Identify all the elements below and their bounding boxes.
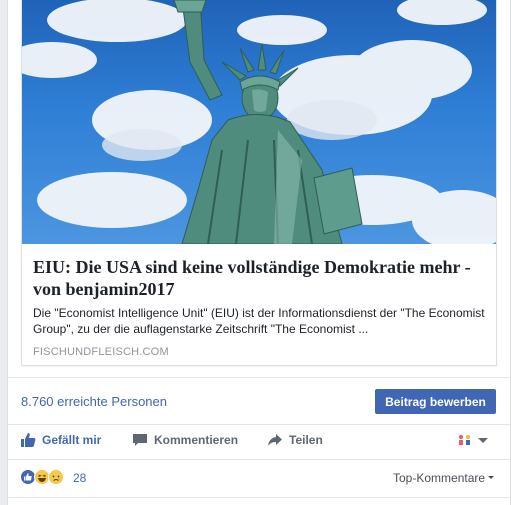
divider (8, 497, 510, 498)
reactions-row: 28 Top-Kommentare (8, 462, 510, 494)
reaction-count[interactable]: 28 (73, 471, 86, 485)
comment-button[interactable]: Kommentieren (132, 432, 238, 448)
preview-image[interactable] (22, 0, 496, 244)
preview-domain: FISCHUNDFLEISCH.COM (33, 346, 169, 358)
comment-sort-dropdown[interactable]: Top-Kommentare (393, 471, 495, 485)
share-button[interactable]: Teilen (267, 432, 323, 448)
post-card: EIU: Die USA sind keine vollständige Dem… (7, 0, 511, 505)
reaction-icons[interactable] (20, 469, 64, 490)
sad-reaction-icon (48, 469, 64, 490)
chevron-down-icon (478, 437, 488, 443)
promote-post-button[interactable]: Beitrag bewerben (375, 389, 496, 414)
preview-title[interactable]: EIU: Die USA sind keine vollständige Dem… (33, 256, 488, 300)
sort-label: Top-Kommentare (393, 471, 486, 485)
action-bar: Gefällt mir Kommentieren Teilen (8, 425, 510, 457)
share-arrow-icon (268, 434, 282, 446)
statue-of-liberty-image (22, 0, 496, 244)
preview-description: Die "Economist Intelligence Unit" (EIU) … (33, 306, 485, 336)
divider (8, 459, 510, 460)
like-label: Gefällt mir (42, 433, 102, 447)
link-preview[interactable]: EIU: Die USA sind keine vollständige Dem… (21, 0, 497, 366)
reach-count-link[interactable]: 8.760 erreichte Personen (21, 394, 167, 409)
reach-row: 8.760 erreichte Personen Beitrag bewerbe… (8, 378, 510, 424)
post-as-selector[interactable] (458, 434, 488, 446)
share-label: Teilen (289, 433, 323, 447)
comment-label: Kommentieren (154, 433, 239, 447)
caret-down-icon (488, 475, 495, 479)
page-identity-icon (459, 435, 470, 445)
comment-icon (133, 434, 147, 446)
like-button[interactable]: Gefällt mir (20, 432, 101, 448)
thumbs-up-icon (21, 433, 36, 447)
